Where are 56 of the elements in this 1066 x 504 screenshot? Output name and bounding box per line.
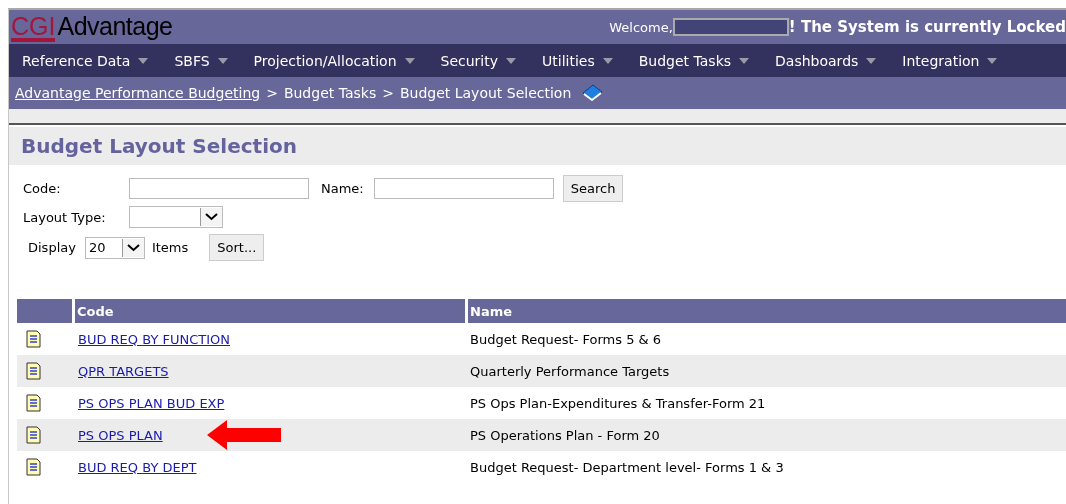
nav-menu-item[interactable]: Security: [440, 52, 517, 69]
sort-button[interactable]: Sort...: [209, 234, 265, 261]
nav-menu-item[interactable]: Dashboards: [775, 52, 877, 69]
caret-icon: [602, 57, 613, 64]
search-button[interactable]: Search: [562, 175, 624, 202]
nav-menu-item[interactable]: Projection/Allocation: [253, 52, 415, 69]
icon-column-header: [17, 299, 72, 323]
layout-name: Budget Request- Department level- Forms 1 & 3: [470, 459, 784, 475]
caret-icon: [217, 57, 228, 64]
document-icon: [26, 458, 41, 476]
layout-code-link[interactable]: BUD REQ BY DEPT: [78, 459, 197, 475]
display-count-select[interactable]: 20: [84, 236, 145, 259]
caret-icon: [138, 57, 149, 64]
document-icon: [26, 330, 41, 348]
layout-name: PS Operations Plan - Form 20: [470, 427, 660, 443]
nav-menu-item[interactable]: Utilities: [542, 52, 613, 69]
breadcrumb-separator: >: [266, 85, 278, 101]
nav-menu-item[interactable]: Reference Data: [22, 52, 149, 69]
document-icon: [26, 362, 41, 380]
column-header: Name: [468, 299, 1066, 323]
layout-type-label: Layout Type:: [23, 209, 107, 225]
nav-menu-item[interactable]: Budget Tasks: [638, 52, 750, 69]
code-field[interactable]: [129, 178, 309, 199]
code-label: Code:: [23, 181, 62, 196]
caret-icon: [506, 57, 517, 64]
caret-icon: [987, 57, 998, 64]
welcome-text: Welcome,: [609, 19, 673, 35]
name-label: Name:: [321, 181, 364, 196]
breadcrumb-item: Budget Layout Selection: [399, 85, 572, 101]
display-label: Display: [28, 240, 76, 255]
page-title: Budget Layout Selection: [21, 134, 297, 158]
items-label: Items: [151, 240, 189, 255]
layout-name: Budget Request- Forms 5 & 6: [470, 331, 662, 347]
caret-icon: [739, 57, 750, 64]
nav-menu-item[interactable]: Integration: [902, 52, 998, 69]
table-row[interactable]: QPR TARGETS Quarterly Performance Targets: [17, 355, 1066, 387]
document-icon: [26, 426, 41, 444]
breadcrumb-link[interactable]: Advantage Performance Budgeting: [15, 85, 261, 101]
caret-icon: [404, 57, 415, 64]
layout-code-link[interactable]: PS OPS PLAN: [78, 427, 163, 443]
breadcrumb-item: Budget Tasks: [283, 85, 377, 101]
book-icon[interactable]: [581, 84, 604, 102]
table-row[interactable]: PS OPS PLAN PS Operations Plan - Form 20: [17, 419, 1066, 451]
layout-code-link[interactable]: PS OPS PLAN BUD EXP: [78, 395, 225, 411]
system-locked-notice: ! The System is currently Locked: [788, 18, 1066, 36]
nav-menu-item[interactable]: SBFS: [174, 52, 228, 69]
layout-name: Quarterly Performance Targets: [470, 363, 670, 379]
column-header: Code: [75, 299, 465, 323]
layout-code-link[interactable]: QPR TARGETS: [78, 363, 169, 379]
breadcrumb-separator: >: [382, 85, 394, 101]
layout-code-link[interactable]: BUD REQ BY FUNCTION: [78, 331, 230, 347]
document-icon: [26, 394, 41, 412]
layout-name: PS Ops Plan-Expenditures & Transfer-Form 21: [470, 395, 766, 411]
name-field[interactable]: [373, 178, 554, 199]
caret-icon: [866, 57, 877, 64]
logo-text: Advantage: [57, 12, 173, 41]
